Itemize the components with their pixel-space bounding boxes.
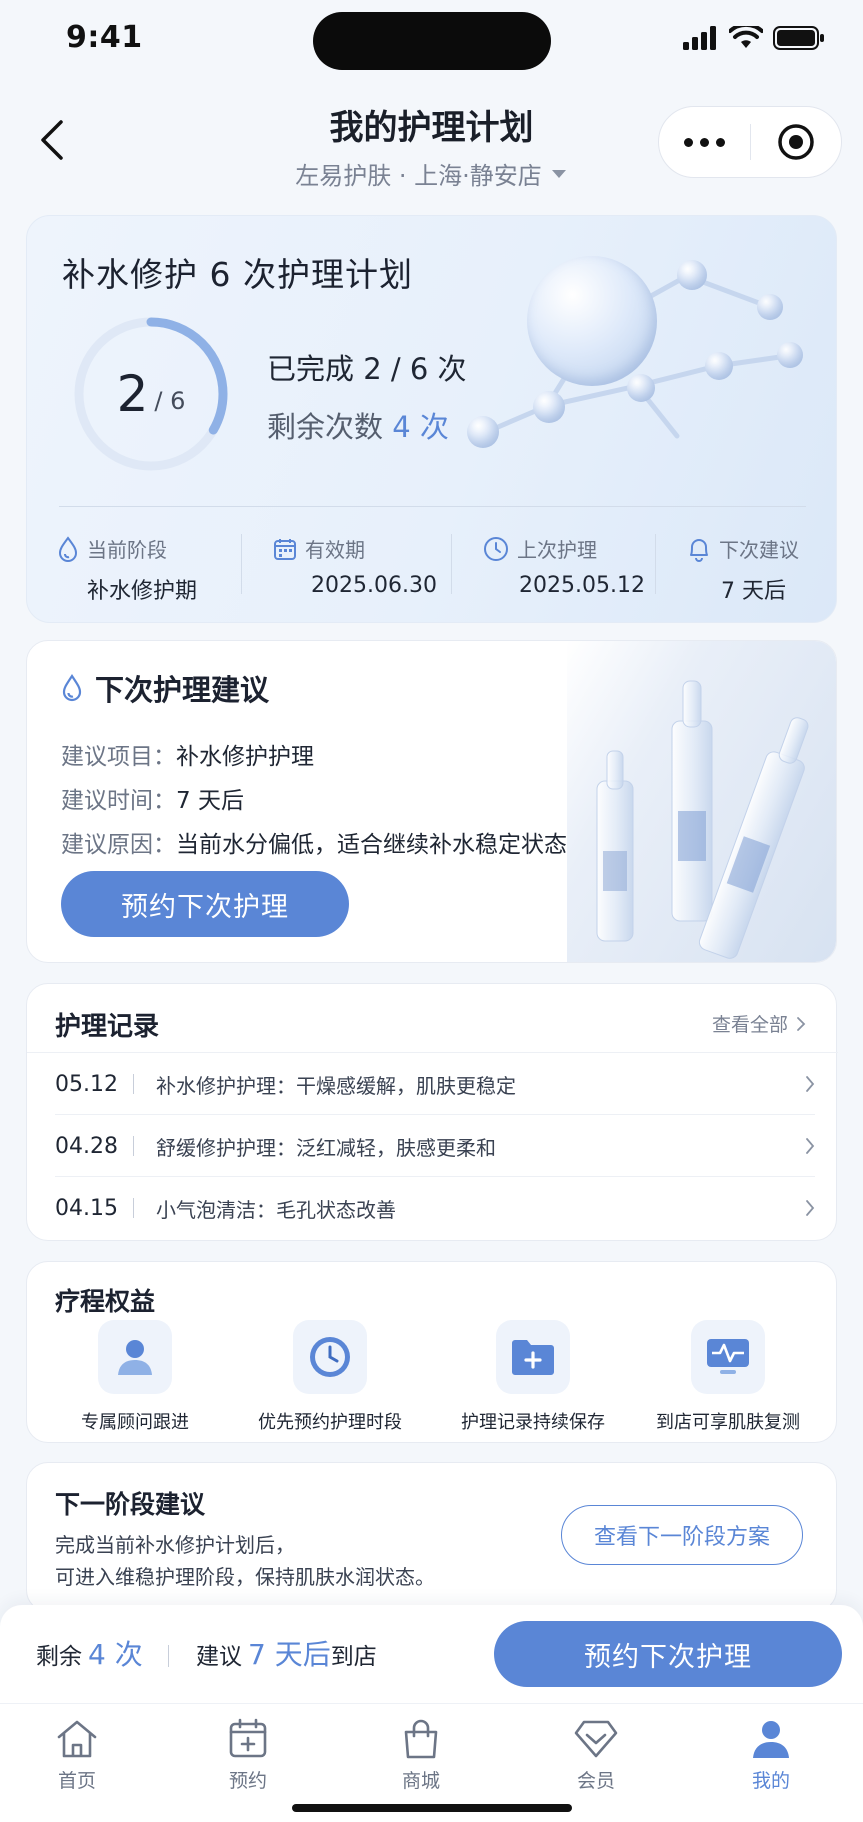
ampoule-decoration	[567, 641, 836, 962]
record-date: 04.28	[55, 1133, 118, 1159]
completed-text: 已完成 2 / 6 次	[267, 352, 467, 386]
plan-title: 补水修护 6 次护理计划	[62, 255, 413, 294]
next-care-row-time: 建议时间：7 天后	[61, 788, 244, 814]
record-text: 补水修护护理：干燥感缓解，肌肤更稳定	[156, 1073, 516, 1098]
signal-icon	[683, 26, 716, 50]
action-remaining: 剩余 4 次	[36, 1633, 143, 1673]
chevron-right-icon	[806, 1138, 815, 1154]
book-next-care-primary-button[interactable]: 预约下次护理	[494, 1621, 842, 1687]
action-suggest: 建议 7 天后 到店	[196, 1633, 377, 1673]
wifi-icon	[729, 26, 763, 48]
dynamic-island	[313, 12, 551, 70]
monitor-pulse-icon	[707, 1339, 749, 1374]
record-text: 舒缓修护护理：泛红减轻，肤感更柔和	[156, 1135, 496, 1160]
more-icon	[683, 137, 693, 147]
next-care-card: 下次护理建议 建议项目：补水修护护理 建议时间：7 天后 建议原因：当前水分偏低…	[26, 640, 837, 963]
action-suggest-value: 7 天后	[248, 1638, 331, 1671]
drop-icon	[62, 674, 82, 702]
tab-member[interactable]: 会员	[536, 1718, 656, 1793]
next-care-row-reason: 建议原因：当前水分偏低，适合继续补水稳定状态	[61, 832, 567, 858]
remaining-text: 剩余次数 4 次	[267, 404, 449, 446]
molecule-decoration	[467, 236, 836, 506]
stat-last-care-value: 2025.05.12	[519, 573, 645, 598]
status-time: 9:41	[66, 20, 143, 55]
next-care-row-project: 建议项目：补水修护护理	[61, 744, 314, 770]
remaining-value: 4 次	[392, 410, 449, 444]
plan-divider	[59, 506, 806, 507]
record-date: 04.15	[55, 1195, 118, 1221]
calendar-plus-icon	[229, 1718, 267, 1758]
clock-icon	[484, 536, 508, 561]
chevron-right-icon	[806, 1200, 815, 1216]
next-stage-card: 下一阶段建议 完成当前补水修护计划后， 可进入维稳护理阶段，保持肌肤水润状态。 …	[26, 1462, 837, 1612]
folder-add-icon	[512, 1340, 554, 1375]
home-indicator	[292, 1804, 572, 1812]
next-care-title: 下次护理建议	[61, 667, 269, 709]
view-next-stage-button[interactable]: 查看下一阶段方案	[561, 1505, 803, 1565]
benefit-records-saved[interactable]: 护理记录持续保存	[432, 1320, 634, 1434]
store-name: 左易护肤 · 上海·静安店	[295, 162, 542, 190]
chevron-right-icon	[806, 1076, 815, 1092]
book-next-care-button[interactable]: 预约下次护理	[61, 871, 349, 937]
record-row[interactable]: 04.15 小气泡清洁：毛孔状态改善	[55, 1178, 815, 1238]
chevron-right-icon	[797, 1016, 806, 1031]
benefits-title: 疗程权益	[55, 1287, 156, 1316]
tab-mine[interactable]: 我的	[711, 1718, 831, 1793]
action-remaining-value: 4 次	[88, 1638, 143, 1671]
home-icon	[57, 1720, 97, 1758]
tab-mall[interactable]: 商城	[361, 1718, 481, 1793]
tab-home[interactable]: 首页	[17, 1718, 137, 1793]
stat-current-stage: 当前阶段 补水修护期	[57, 534, 197, 604]
stat-next-suggest-value: 7 天后	[721, 579, 786, 604]
battery-icon	[773, 26, 824, 50]
user-icon	[753, 1721, 789, 1758]
benefit-priority-booking[interactable]: 优先预约护理时段	[229, 1320, 431, 1434]
next-stage-text-1: 完成当前补水修护计划后，	[55, 1533, 295, 1557]
stat-last-care: 上次护理 2025.05.12	[483, 534, 645, 604]
bottom-action-bar: 剩余 4 次 建议 7 天后 到店 预约下次护理	[0, 1605, 863, 1703]
caret-down-icon	[551, 169, 566, 178]
stat-current-stage-value: 补水修护期	[87, 579, 198, 604]
clock-icon	[310, 1337, 350, 1377]
benefits-card: 疗程权益 专属顾问跟进 优先预约护理时段 护理记录持续保存 到店可享肌肤复测	[26, 1261, 837, 1443]
plan-card: 补水修护 6 次护理计划 2 / 6 已完成 2 / 6 次 剩余次数 4 次 …	[26, 215, 837, 623]
benefit-advisor[interactable]: 专属顾问跟进	[34, 1320, 236, 1434]
care-records-card: 护理记录 查看全部 05.12 补水修护护理：干燥感缓解，肌肤更稳定 04.28…	[26, 983, 838, 1241]
progress-completed: 2	[116, 365, 149, 423]
benefit-skin-retest[interactable]: 到店可享肌肤复测	[627, 1320, 829, 1434]
close-mini-program-button[interactable]	[751, 107, 842, 177]
record-text: 小气泡清洁：毛孔状态改善	[156, 1197, 396, 1222]
target-icon	[778, 124, 814, 160]
record-row[interactable]: 05.12 补水修护护理：干燥感缓解，肌肤更稳定	[55, 1054, 815, 1114]
next-stage-title: 下一阶段建议	[55, 1490, 206, 1519]
tab-booking[interactable]: 预约	[188, 1718, 308, 1793]
mini-program-capsule	[658, 106, 842, 178]
more-button[interactable]	[659, 107, 750, 177]
records-title: 护理记录	[55, 1012, 160, 1042]
progress-count: 2 / 6	[116, 365, 186, 423]
advisor-icon	[118, 1340, 152, 1375]
drop-icon	[58, 535, 78, 562]
progress-total: 6	[170, 387, 186, 415]
record-row[interactable]: 04.28 舒缓修护护理：泛红减轻，肤感更柔和	[55, 1116, 815, 1176]
stat-valid-until: 有效期 2025.06.30	[273, 534, 437, 604]
next-stage-text-2: 可进入维稳护理阶段，保持肌肤水润状态。	[55, 1565, 435, 1589]
status-icons	[683, 26, 825, 50]
diamond-icon	[574, 1720, 618, 1758]
stat-next-suggest: 下次建议 7 天后	[687, 534, 799, 604]
stat-valid-until-value: 2025.06.30	[311, 573, 437, 598]
remaining-label: 剩余次数	[267, 410, 384, 444]
shopping-bag-icon	[404, 1719, 438, 1759]
calendar-icon	[274, 538, 296, 560]
record-date: 05.12	[55, 1071, 118, 1097]
view-all-records-link[interactable]: 查看全部	[712, 1010, 806, 1037]
bell-icon	[690, 538, 708, 562]
